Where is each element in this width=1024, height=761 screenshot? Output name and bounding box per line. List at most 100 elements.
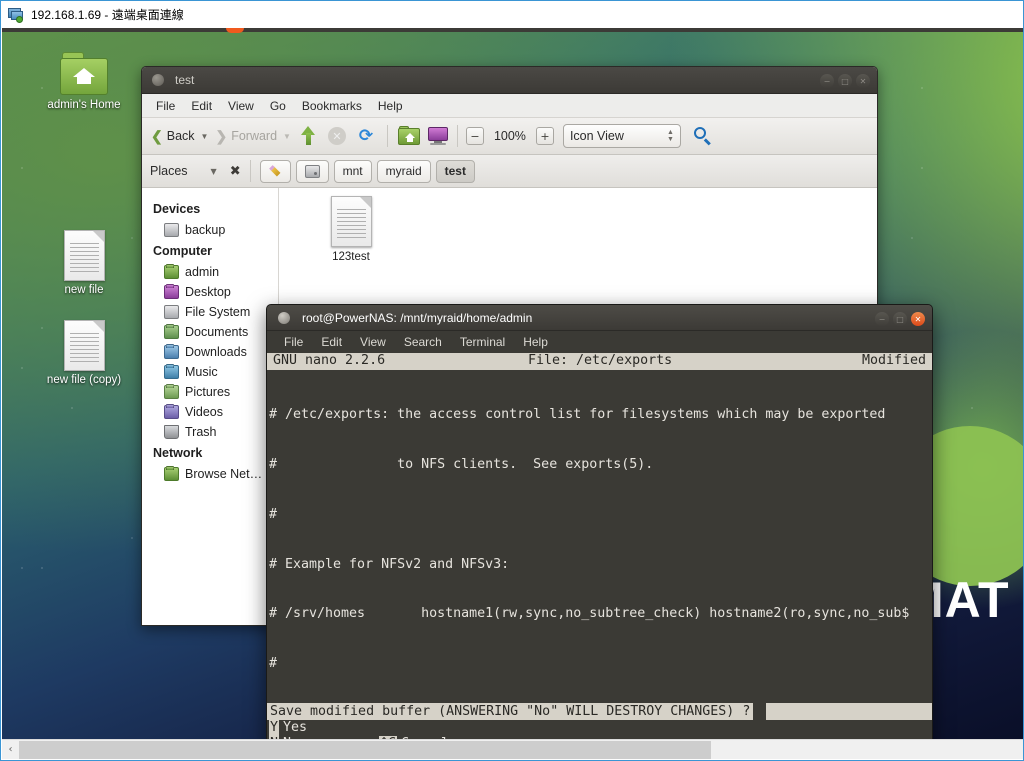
menu-item-view[interactable]: View [220, 97, 262, 115]
chevron-down-icon[interactable]: ▼ [211, 167, 217, 176]
minimize-button[interactable]: − [820, 74, 834, 88]
remote-desktop-viewport[interactable]: MAT admin's Home new file new file (copy… [2, 28, 1023, 740]
menu-item-edit[interactable]: Edit [183, 97, 220, 115]
back-label: Back [166, 129, 195, 143]
sidebar-item-downloads[interactable]: Downloads [142, 342, 278, 362]
forward-label: Forward [231, 129, 278, 143]
view-mode-dropdown[interactable]: Icon View ▲ ▼ [562, 124, 681, 148]
scroll-left-arrow-icon[interactable]: ‹ [2, 741, 19, 759]
file-manager-title: test [175, 73, 195, 87]
sidebar-item-pictures[interactable]: Pictures [142, 382, 278, 402]
file-manager-window-controls: − □ ✕ [820, 74, 870, 88]
sidebar-item-videos[interactable]: Videos [142, 402, 278, 422]
home-folder-icon [60, 52, 108, 96]
sidebar-item-file-system[interactable]: File System [142, 302, 278, 322]
sidebar-item-admin[interactable]: admin [142, 262, 278, 282]
desktop-icon-admins-home[interactable]: admin's Home [26, 52, 142, 111]
desktop-icon-new-file[interactable]: new file [26, 230, 142, 296]
search-icon[interactable] [693, 126, 713, 146]
sidebar-item-label: File System [185, 305, 251, 319]
desktop-icon-label: new file (copy) [46, 374, 122, 386]
up-arrow-icon[interactable] [300, 126, 316, 146]
terminal-window-controls: − □ ✕ [875, 312, 925, 326]
drive-icon [164, 305, 179, 319]
nano-prompt-row: Save modified buffer (ANSWERING "No" WIL… [267, 702, 932, 720]
sidebar-item-label: backup [185, 223, 226, 237]
folder-downloads-icon [164, 344, 179, 359]
nano-text-buffer[interactable]: # /etc/exports: the access control list … [267, 370, 932, 740]
close-sidebar-button[interactable]: ✖ [230, 164, 241, 179]
breadcrumb-test[interactable]: test [435, 159, 475, 183]
back-button[interactable]: ❮ Back ▼ [149, 125, 210, 148]
breadcrumb-mnt[interactable]: mnt [333, 159, 372, 183]
horizontal-scrollbar[interactable]: ‹ [2, 739, 1023, 759]
sidebar-item-label: Pictures [185, 385, 231, 399]
file-item-123test[interactable]: 123test [305, 196, 397, 263]
menu-item-go[interactable]: Go [262, 97, 294, 115]
places-label: Places [150, 164, 188, 178]
terminal-menubar: File Edit View Search Terminal Help [267, 331, 932, 353]
sidebar-item-documents[interactable]: Documents [142, 322, 278, 342]
window-menu-icon[interactable] [152, 74, 164, 86]
file-manager-sidebar[interactable]: Devices backup Computer admin Desktop Fi… [142, 188, 279, 625]
menu-item-bookmarks[interactable]: Bookmarks [294, 97, 370, 115]
text-document-icon [63, 320, 105, 371]
sidebar-item-label: Trash [185, 425, 217, 439]
maximize-button[interactable]: □ [893, 312, 907, 326]
menu-item-file[interactable]: File [275, 335, 312, 349]
sidebar-heading-computer: Computer [153, 244, 213, 258]
scrollbar-thumb[interactable] [19, 740, 711, 759]
close-button[interactable]: ✕ [911, 312, 925, 326]
desktop-icon-new-file-copy[interactable]: new file (copy) [26, 320, 142, 386]
sidebar-item-trash[interactable]: Trash [142, 422, 278, 442]
menu-item-terminal[interactable]: Terminal [451, 335, 514, 349]
folder-documents-icon [164, 324, 179, 339]
chevron-down-icon[interactable]: ▼ [201, 132, 209, 141]
chevron-updown-icon: ▲ ▼ [667, 128, 674, 143]
menu-item-help[interactable]: Help [514, 335, 557, 349]
nano-line: # [269, 506, 278, 522]
minimize-button[interactable]: − [875, 312, 889, 326]
terminal-window[interactable]: root@PowerNAS: /mnt/myraid/home/admin − … [266, 304, 933, 740]
terminal-titlebar[interactable]: root@PowerNAS: /mnt/myraid/home/admin − … [267, 305, 932, 331]
chevron-down-icon[interactable]: ▼ [283, 132, 291, 141]
edit-location-button[interactable] [259, 159, 291, 183]
menu-item-edit[interactable]: Edit [312, 335, 351, 349]
breadcrumb-filesystem[interactable] [295, 159, 329, 183]
home-icon[interactable] [397, 126, 420, 146]
close-button[interactable]: ✕ [856, 74, 870, 88]
sidebar-item-backup[interactable]: backup [142, 220, 278, 240]
nano-key-y: Y [269, 719, 280, 737]
toolbar-divider [386, 125, 388, 147]
trash-icon [164, 425, 179, 439]
file-manager-pathbar: Places ▼ ✖ mnt myraid test [142, 155, 877, 188]
menu-item-file[interactable]: File [148, 97, 183, 115]
sidebar-item-music[interactable]: Music [142, 362, 278, 382]
reload-icon[interactable]: ⟳ [357, 127, 375, 145]
sidebar-item-desktop[interactable]: Desktop [142, 282, 278, 302]
zoom-in-button[interactable]: + [535, 127, 554, 145]
folder-home-icon [164, 264, 179, 279]
menu-item-search[interactable]: Search [395, 335, 451, 349]
menu-item-view[interactable]: View [351, 335, 395, 349]
nano-header-bar: GNU nano 2.2.6 File: /etc/exports Modifi… [267, 353, 932, 370]
computer-icon[interactable] [427, 126, 449, 146]
file-manager-titlebar[interactable]: test − □ ✕ [142, 67, 877, 94]
forward-button[interactable]: ❯ Forward ▼ [213, 125, 293, 148]
nano-line: # to NFS clients. See exports(5). [269, 456, 654, 472]
zoom-out-button[interactable]: − [465, 127, 484, 145]
terminal-title: root@PowerNAS: /mnt/myraid/home/admin [302, 310, 533, 325]
chevron-right-icon: ❯ [215, 127, 228, 144]
maximize-button[interactable]: □ [838, 74, 852, 88]
terminal-screen[interactable]: GNU nano 2.2.6 File: /etc/exports Modifi… [267, 353, 932, 740]
nano-prompt-text: Save modified buffer (ANSWERING "No" WIL… [267, 702, 754, 720]
window-menu-icon[interactable] [278, 311, 290, 324]
sidebar-item-label: Documents [185, 325, 249, 339]
breadcrumb-myraid[interactable]: myraid [376, 159, 431, 183]
sidebar-item-label: Desktop [185, 285, 231, 299]
sidebar-item-browse-network[interactable]: Browse Net… [142, 464, 278, 484]
menu-item-help[interactable]: Help [370, 97, 411, 115]
nano-prompt-input[interactable] [766, 702, 932, 720]
nano-shortcut-yes[interactable]: Y Yes [269, 719, 313, 737]
chevron-left-icon: ❮ [151, 127, 163, 144]
